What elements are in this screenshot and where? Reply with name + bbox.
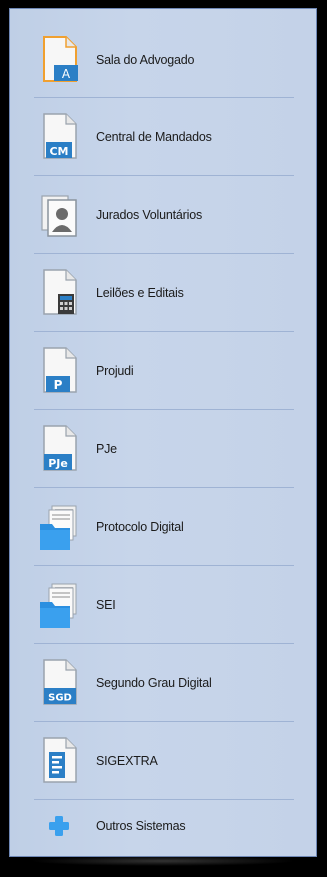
menu-item-label: Jurados Voluntários <box>96 208 202 222</box>
menu-item-label: Sala do Advogado <box>96 53 195 67</box>
menu-item-central-de-mandados[interactable]: CM Central de Mandados <box>34 99 294 175</box>
svg-text:SGD: SGD <box>48 693 72 704</box>
document-cm-icon: CM <box>34 112 84 162</box>
separator <box>34 409 294 410</box>
folder-documents-icon <box>34 502 84 552</box>
document-calculator-icon <box>34 268 84 318</box>
document-pje-icon: PJe <box>34 424 84 474</box>
menu-item-label: SEI <box>96 598 116 612</box>
separator <box>34 331 294 332</box>
menu-item-sigextra[interactable]: SIGEXTRA <box>34 723 294 799</box>
folder-documents-icon <box>34 580 84 630</box>
separator <box>34 175 294 176</box>
separator <box>34 721 294 722</box>
menu-item-label: PJe <box>96 442 117 456</box>
document-lines-icon <box>34 736 84 786</box>
menu-item-label: Leilões e Editais <box>96 286 184 300</box>
svg-text:PJe: PJe <box>48 457 68 470</box>
menu-item-jurados-voluntarios[interactable]: Jurados Voluntários <box>34 177 294 253</box>
separator <box>34 799 294 800</box>
menu-item-label: SIGEXTRA <box>96 754 158 768</box>
menu-item-outros-sistemas[interactable]: Outros Sistemas <box>34 801 294 851</box>
menu-item-label: Projudi <box>96 364 134 378</box>
menu-item-protocolo-digital[interactable]: Protocolo Digital <box>34 489 294 565</box>
menu-item-projudi[interactable]: P Projudi <box>34 333 294 409</box>
separator <box>34 97 294 98</box>
menu-item-sala-do-advogado[interactable]: A Sala do Advogado <box>34 22 294 98</box>
menu-item-label: Protocolo Digital <box>96 520 184 534</box>
systems-panel: A Sala do Advogado CM Central de Mandado… <box>9 8 317 866</box>
menu-item-leiloes-e-editais[interactable]: Leilões e Editais <box>34 255 294 331</box>
menu-item-segundo-grau-digital[interactable]: SGD Segundo Grau Digital <box>34 645 294 721</box>
svg-text:CM: CM <box>49 145 68 158</box>
menu-item-pje[interactable]: PJe PJe <box>34 411 294 487</box>
menu-item-label: Segundo Grau Digital <box>96 676 212 690</box>
document-a-icon: A <box>34 35 84 85</box>
document-p-icon: P <box>34 346 84 396</box>
separator <box>34 565 294 566</box>
svg-text:A: A <box>62 67 71 81</box>
separator <box>34 643 294 644</box>
contact-card-icon <box>34 190 84 240</box>
separator <box>34 487 294 488</box>
document-sgd-icon: SGD <box>34 658 84 708</box>
menu-item-label: Central de Mandados <box>96 130 212 144</box>
menu-item-sei[interactable]: SEI <box>34 567 294 643</box>
separator <box>34 253 294 254</box>
plus-icon <box>34 801 84 851</box>
svg-text:P: P <box>54 378 63 392</box>
menu-item-label: Outros Sistemas <box>96 819 186 833</box>
